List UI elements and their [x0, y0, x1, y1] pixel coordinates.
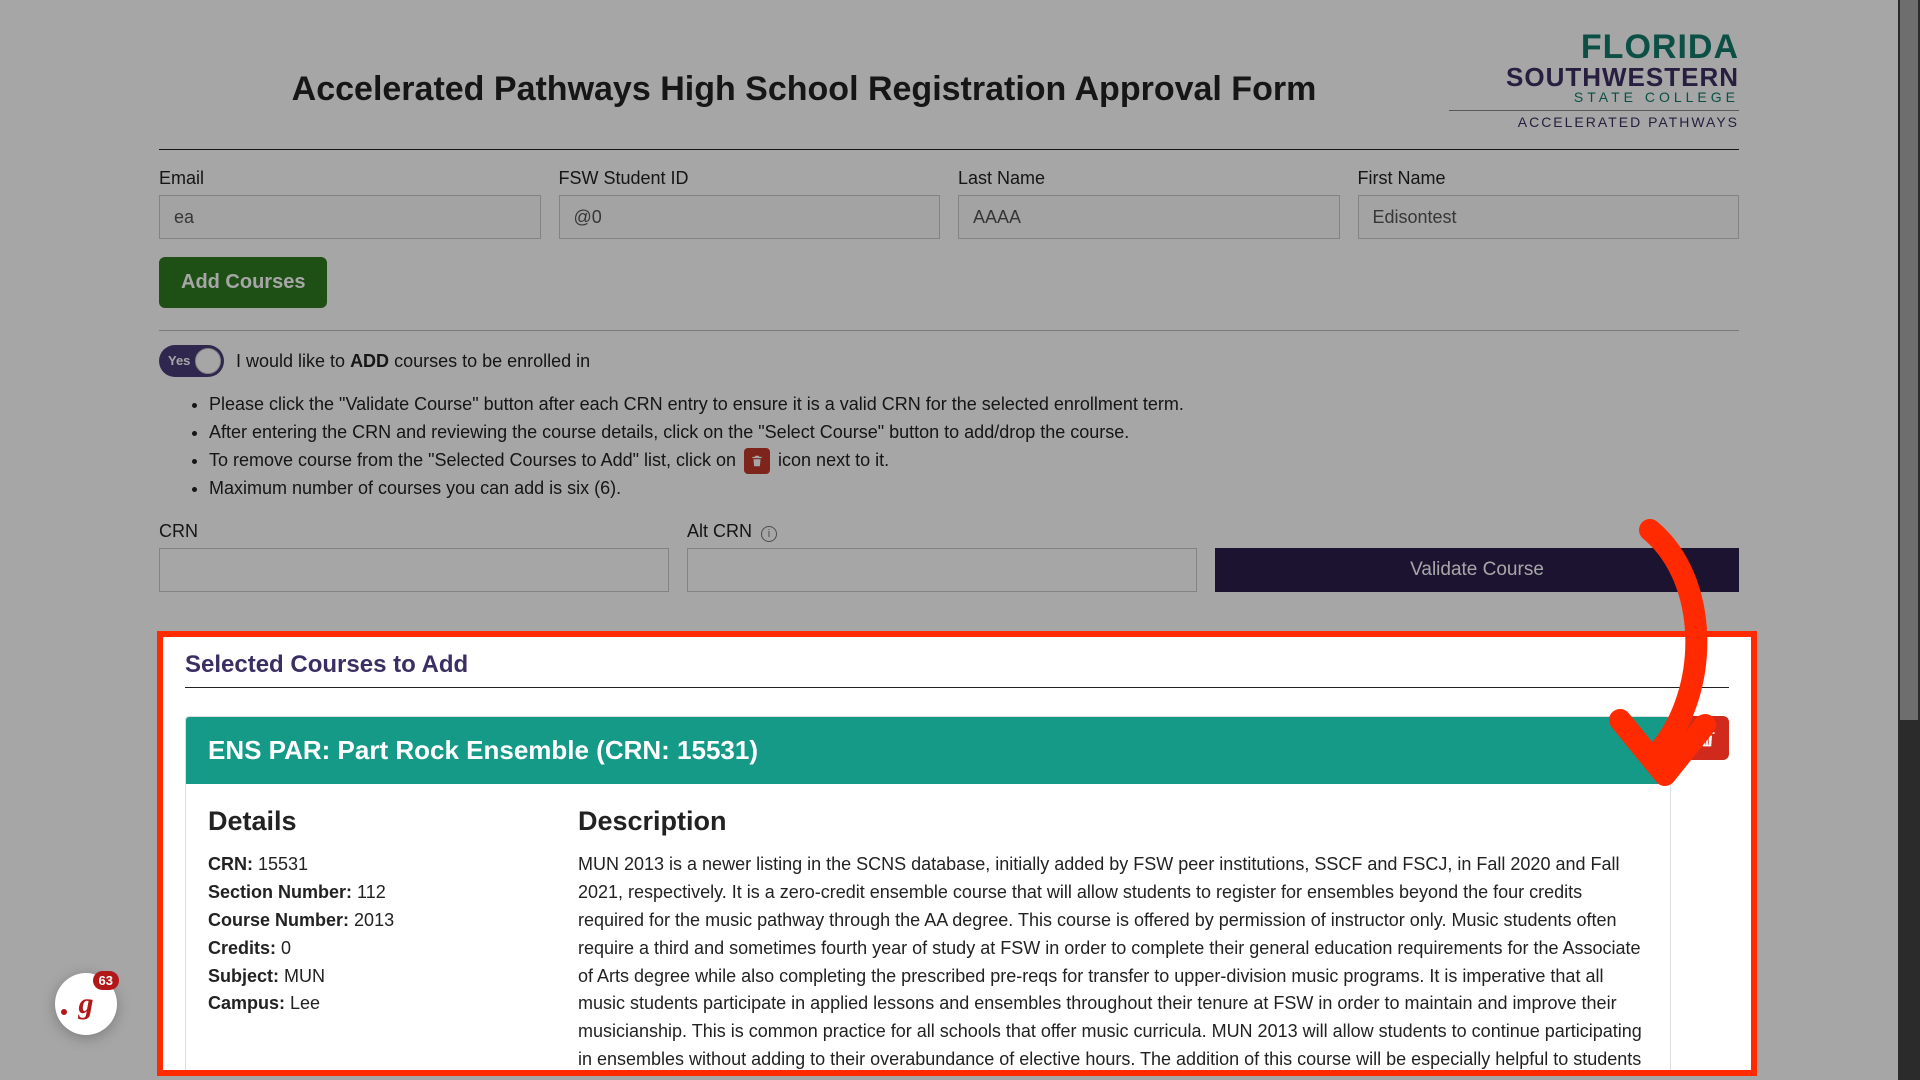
section-divider: [159, 330, 1739, 331]
details-heading: Details: [208, 806, 548, 837]
email-input[interactable]: [159, 195, 541, 239]
page-title: Accelerated Pathways High School Registr…: [159, 30, 1449, 109]
selected-courses-title: Selected Courses to Add: [185, 651, 1729, 679]
altcrn-label: Alt CRN i: [687, 521, 1197, 542]
logo-line2: SOUTHWESTERN: [1449, 64, 1739, 90]
description-text: MUN 2013 is a newer listing in the SCNS …: [578, 851, 1648, 1076]
firstname-field-wrap: First Name: [1358, 168, 1740, 239]
detail-section-value: 112: [357, 882, 386, 902]
crn-field-wrap: CRN: [159, 521, 669, 592]
instruction-item: Maximum number of courses you can add is…: [209, 475, 1739, 503]
altcrn-field-wrap: Alt CRN i: [687, 521, 1197, 592]
instruction-item: To remove course from the "Selected Cour…: [209, 447, 1739, 475]
detail-section: Section Number: 112: [208, 879, 548, 907]
instructions-list: Please click the "Validate Course" butto…: [209, 391, 1739, 503]
badge-count: 63: [93, 971, 119, 990]
studentid-input[interactable]: [559, 195, 941, 239]
header-row: Accelerated Pathways High School Registr…: [159, 30, 1739, 129]
logo-rule: [1449, 110, 1739, 111]
app-stage: Accelerated Pathways High School Registr…: [0, 0, 1920, 1080]
firstname-label: First Name: [1358, 168, 1740, 189]
course-card: ENS PAR: Part Rock Ensemble (CRN: 15531)…: [185, 716, 1671, 1076]
detail-subject-label: Subject:: [208, 966, 279, 986]
form-page: Accelerated Pathways High School Registr…: [159, 0, 1739, 592]
detail-coursenum-value: 2013: [354, 910, 394, 930]
crn-input[interactable]: [159, 548, 669, 592]
add-toggle-row: Yes I would like to ADD courses to be en…: [159, 345, 1739, 377]
vertical-scrollbar[interactable]: [1898, 0, 1920, 1080]
firstname-input[interactable]: [1358, 195, 1740, 239]
detail-section-label: Section Number:: [208, 882, 352, 902]
fsw-logo: FLORIDA SOUTHWESTERN STATE COLLEGE ACCEL…: [1449, 30, 1739, 129]
lastname-label: Last Name: [958, 168, 1340, 189]
student-fields-row: Email FSW Student ID Last Name First Nam…: [159, 168, 1739, 239]
detail-subject-value: MUN: [284, 966, 325, 986]
course-card-body: Details CRN: 15531 Section Number: 112 C…: [186, 784, 1670, 1076]
course-description: Description MUN 2013 is a newer listing …: [578, 806, 1648, 1076]
course-card-header[interactable]: ENS PAR: Part Rock Ensemble (CRN: 15531): [186, 717, 1670, 784]
detail-credits-label: Credits:: [208, 938, 276, 958]
detail-coursenum: Course Number: 2013: [208, 907, 548, 935]
lastname-input[interactable]: [958, 195, 1340, 239]
toggle-knob: [195, 348, 221, 374]
detail-crn-value: 15531: [258, 854, 308, 874]
header-divider: [159, 149, 1739, 150]
altcrn-input[interactable]: [687, 548, 1197, 592]
instruction-post: icon next to it.: [778, 450, 889, 470]
detail-campus-label: Campus:: [208, 993, 285, 1013]
add-toggle[interactable]: Yes: [159, 345, 224, 377]
trash-icon: [744, 448, 770, 474]
course-card-row: ENS PAR: Part Rock Ensemble (CRN: 15531)…: [185, 716, 1729, 1076]
validate-course-button[interactable]: Validate Course: [1215, 548, 1739, 592]
badge-glyph: g: [79, 987, 94, 1021]
detail-coursenum-label: Course Number:: [208, 910, 349, 930]
instruction-item: Please click the "Validate Course" butto…: [209, 391, 1739, 419]
description-heading: Description: [578, 806, 1648, 837]
toggle-prefix: I would like to: [236, 351, 350, 371]
toggle-suffix: courses to be enrolled in: [389, 351, 590, 371]
delete-course-button[interactable]: [1685, 716, 1729, 760]
logo-line3: STATE COLLEGE: [1449, 90, 1739, 104]
badge-dot: [61, 1009, 67, 1015]
altcrn-label-text: Alt CRN: [687, 521, 752, 541]
selected-courses-inner: Selected Courses to Add ENS PAR: Part Ro…: [163, 637, 1751, 1076]
instruction-pre: To remove course from the "Selected Cour…: [209, 450, 741, 470]
detail-campus: Campus: Lee: [208, 990, 548, 1018]
logo-line1: FLORIDA: [1449, 30, 1739, 64]
email-label: Email: [159, 168, 541, 189]
crn-label: CRN: [159, 521, 669, 542]
toggle-bold: ADD: [350, 351, 389, 371]
detail-subject: Subject: MUN: [208, 963, 548, 991]
detail-crn-label: CRN:: [208, 854, 253, 874]
add-courses-button[interactable]: Add Courses: [159, 257, 327, 308]
logo-line4: ACCELERATED PATHWAYS: [1449, 115, 1739, 129]
info-icon[interactable]: i: [761, 526, 777, 542]
course-details: Details CRN: 15531 Section Number: 112 C…: [208, 806, 548, 1076]
email-field-wrap: Email: [159, 168, 541, 239]
lastname-field-wrap: Last Name: [958, 168, 1340, 239]
toggle-yes-label: Yes: [168, 353, 190, 368]
detail-campus-value: Lee: [290, 993, 320, 1013]
crn-row: CRN Alt CRN i Validate Course: [159, 521, 1739, 592]
detail-credits: Credits: 0: [208, 935, 548, 963]
selected-courses-rule: [185, 687, 1729, 688]
trash-icon: [1697, 727, 1717, 749]
detail-crn: CRN: 15531: [208, 851, 548, 879]
studentid-field-wrap: FSW Student ID: [559, 168, 941, 239]
detail-credits-value: 0: [281, 938, 291, 958]
toggle-caption: I would like to ADD courses to be enroll…: [236, 351, 590, 372]
selected-courses-panel: Selected Courses to Add ENS PAR: Part Ro…: [157, 631, 1757, 1076]
grammarly-badge[interactable]: g 63: [55, 973, 117, 1035]
studentid-label: FSW Student ID: [559, 168, 941, 189]
instruction-item: After entering the CRN and reviewing the…: [209, 419, 1739, 447]
scrollbar-thumb[interactable]: [1900, 0, 1918, 720]
